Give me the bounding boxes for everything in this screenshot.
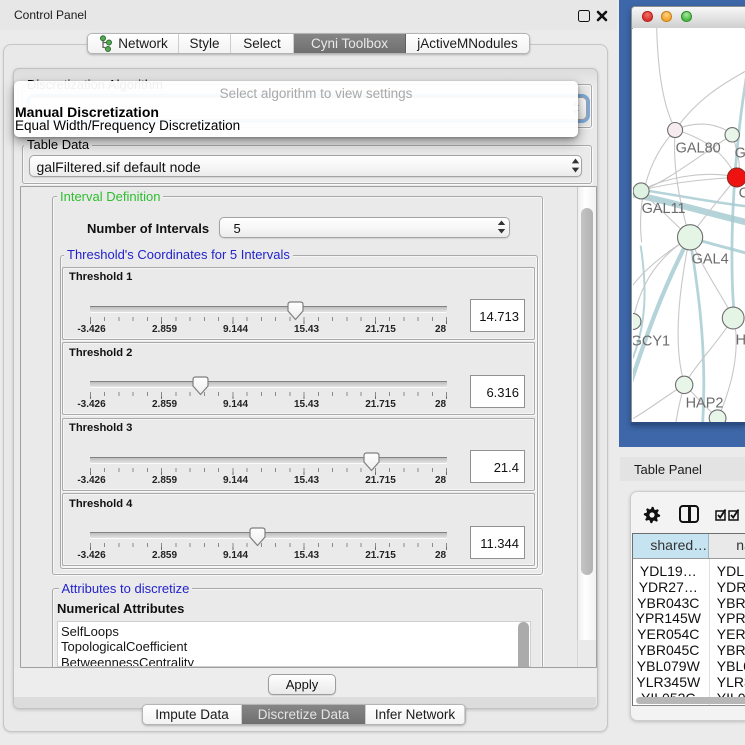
svg-text:G.: G. xyxy=(735,145,745,161)
svg-text:H: H xyxy=(736,332,745,348)
svg-text:HAP2: HAP2 xyxy=(686,395,724,411)
svg-text:C: C xyxy=(739,185,745,201)
svg-text:GAL4: GAL4 xyxy=(692,251,729,267)
svg-text:GAL80: GAL80 xyxy=(676,140,721,156)
svg-text:GAL11: GAL11 xyxy=(642,201,686,217)
svg-text:GCY1: GCY1 xyxy=(633,333,670,349)
